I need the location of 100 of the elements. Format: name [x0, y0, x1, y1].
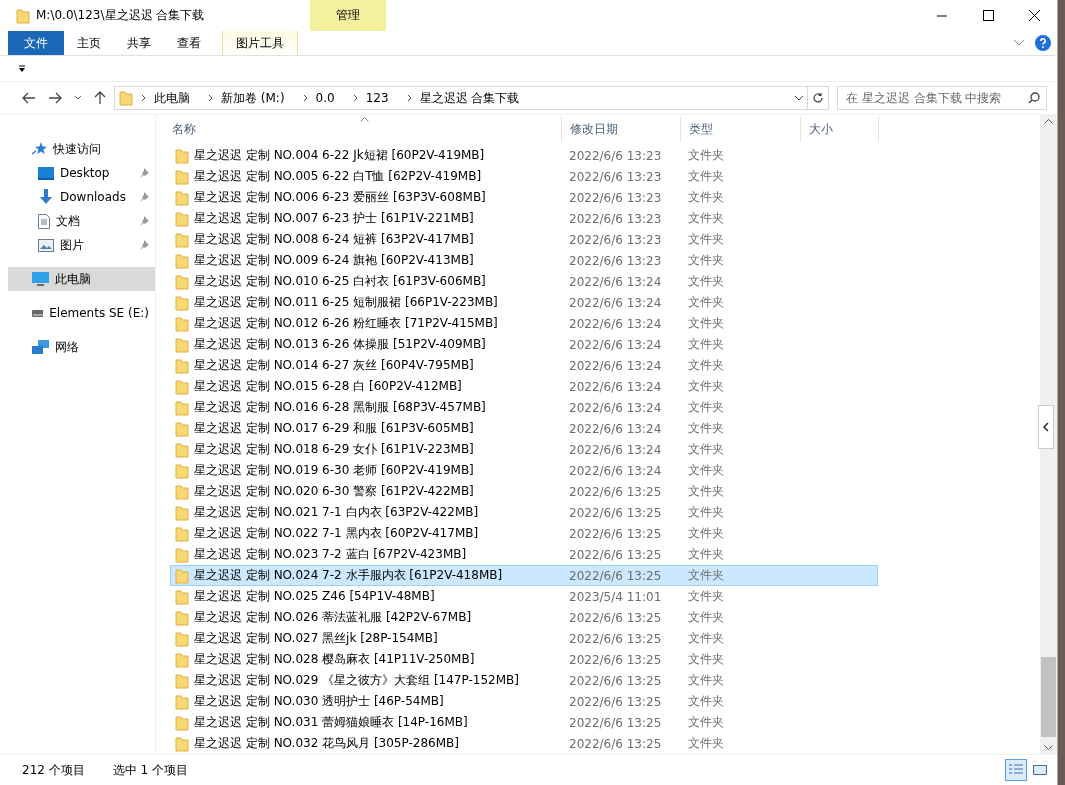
folder-icon [175, 735, 189, 752]
breadcrumb[interactable]: 星之迟迟 合集下载 [419, 89, 520, 107]
sidebar-item[interactable]: 快速访问 [0, 137, 155, 161]
file-row[interactable]: 星之迟迟 定制 NO.010 6-25 白衬衣 [61P3V-606MB] 2022/6/6 13:24 文件夹 [170, 271, 878, 292]
breadcrumb[interactable]: 新加卷 (M:) [221, 89, 285, 107]
file-row[interactable]: 星之迟迟 定制 NO.020 6-30 警察 [61P2V-422MB] 2022/6/6 13:25 文件夹 [170, 481, 878, 502]
file-row[interactable]: 星之迟迟 定制 NO.007 6-23 护士 [61P1V-221MB] 2022/6/6 13:23 文件夹 [170, 208, 878, 229]
modified-date: 2022/6/6 13:25 [568, 610, 663, 625]
file-row[interactable]: 星之迟迟 定制 NO.029 《星之彼方》大套组 [147P-152MB] 2022/6/6 13:25 文件夹 [170, 670, 878, 691]
folder-icon [175, 357, 189, 374]
file-row[interactable]: 星之迟迟 定制 NO.031 蕾姆猫娘睡衣 [14P-16MB] 2022/6/6 13:25 文件夹 [170, 712, 878, 733]
column-header[interactable]: 类型 [681, 116, 801, 142]
item-type: 文件夹 [687, 315, 725, 332]
ribbon-tab[interactable]: 图片工具 [222, 31, 298, 55]
file-row[interactable]: 星之迟迟 定制 NO.022 7-1 黑内衣 [60P2V-417MB] 2022/6/6 13:25 文件夹 [170, 523, 878, 544]
folder-icon [175, 441, 189, 458]
modified-date: 2022/6/6 13:24 [568, 463, 663, 478]
breadcrumb[interactable]: 0.0 [315, 91, 335, 105]
file-name: 星之迟迟 定制 NO.022 7-1 黑内衣 [60P2V-417MB] [194, 525, 479, 542]
file-row[interactable]: 星之迟迟 定制 NO.005 6-22 白T恤 [62P2V-419MB] 2022/6/6 13:23 文件夹 [170, 166, 878, 187]
sidebar-item[interactable]: 图片 [0, 233, 155, 257]
folder-icon [175, 147, 189, 164]
scroll-down-icon[interactable] [1044, 745, 1053, 750]
quick-access-toolbar-caret-icon[interactable] [18, 64, 26, 73]
file-row[interactable]: 星之迟迟 定制 NO.024 7-2 水手服内衣 [61P2V-418MB] 2022/6/6 13:25 文件夹 [170, 565, 878, 586]
item-type: 文件夹 [687, 567, 725, 584]
file-name: 星之迟迟 定制 NO.030 透明护士 [46P-54MB] [194, 693, 444, 710]
scrollbar[interactable] [1040, 115, 1057, 754]
chevron-right-icon [352, 94, 358, 102]
file-row[interactable]: 星之迟迟 定制 NO.009 6-24 旗袍 [60P2V-413MB] 2022/6/6 13:23 文件夹 [170, 250, 878, 271]
ribbon-tab[interactable]: 文件 [8, 31, 64, 55]
pin-icon[interactable] [139, 240, 149, 250]
file-row[interactable]: 星之迟迟 定制 NO.019 6-30 老师 [60P2V-419MB] 2022/6/6 13:24 文件夹 [170, 460, 878, 481]
file-row[interactable]: 星之迟迟 定制 NO.011 6-25 短制服裙 [66P1V-223MB] 2022/6/6 13:24 文件夹 [170, 292, 878, 313]
file-name: 星之迟迟 定制 NO.015 6-28 白 [60P2V-412MB] [194, 378, 462, 395]
back-arrow-icon[interactable] [22, 92, 36, 104]
file-row[interactable]: 星之迟迟 定制 NO.023 7-2 蓝白 [67P2V-423MB] 2022/6/6 13:25 文件夹 [170, 544, 878, 565]
help-icon[interactable] [1035, 35, 1051, 51]
modified-date: 2022/6/6 13:23 [568, 253, 663, 268]
file-name: 星之迟迟 定制 NO.014 6-27 灰丝 [60P4V-795MB] [194, 357, 474, 374]
item-count: 212 个项目 [22, 761, 85, 779]
file-row[interactable]: 星之迟迟 定制 NO.008 6-24 短裤 [63P2V-417MB] 2022/6/6 13:23 文件夹 [170, 229, 878, 250]
file-row[interactable]: 星之迟迟 定制 NO.027 黑丝jk [28P-154MB] 2022/6/6 13:25 文件夹 [170, 628, 878, 649]
file-row[interactable]: 星之迟迟 定制 NO.004 6-22 Jk短裙 [60P2V-419MB] 2022/6/6 13:23 文件夹 [170, 145, 878, 166]
column-header[interactable]: 修改日期 [562, 116, 681, 142]
file-row[interactable]: 星之迟迟 定制 NO.014 6-27 灰丝 [60P4V-795MB] 2022/6/6 13:24 文件夹 [170, 355, 878, 376]
sidebar-item[interactable]: Desktop [0, 161, 155, 185]
file-row[interactable]: 星之迟迟 定制 NO.032 花鸟风月 [305P-286MB] 2022/6/6 13:25 文件夹 [170, 733, 878, 754]
dropdown-caret-icon[interactable] [794, 95, 804, 101]
pin-icon[interactable] [139, 216, 149, 226]
folder-icon [175, 168, 189, 185]
folder-icon [175, 399, 189, 416]
folder-icon [175, 462, 189, 479]
file-row[interactable]: 星之迟迟 定制 NO.030 透明护士 [46P-54MB] 2022/6/6 13:25 文件夹 [170, 691, 878, 712]
modified-date: 2022/6/6 13:25 [568, 631, 663, 646]
collapse-pane-button[interactable] [1038, 405, 1054, 449]
file-row[interactable]: 星之迟迟 定制 NO.013 6-26 体操服 [51P2V-409MB] 2022/6/6 13:24 文件夹 [170, 334, 878, 355]
file-row[interactable]: 星之迟迟 定制 NO.028 樱岛麻衣 [41P11V-250MB] 2022/6/6 13:25 文件夹 [170, 649, 878, 670]
column-header[interactable]: 大小 [801, 116, 879, 142]
scroll-up-icon[interactable] [1044, 119, 1053, 124]
file-row[interactable]: 星之迟迟 定制 NO.016 6-28 黑制服 [68P3V-457MB] 2022/6/6 13:24 文件夹 [170, 397, 878, 418]
file-name: 星之迟迟 定制 NO.006 6-23 爱丽丝 [63P3V-608MB] [194, 189, 486, 206]
forward-arrow-icon[interactable] [48, 92, 62, 104]
item-type: 文件夹 [687, 273, 725, 290]
refresh-button[interactable] [807, 86, 829, 110]
ribbon-tab[interactable]: 查看 [164, 31, 214, 55]
sidebar-item[interactable]: Elements SE (E:) [0, 301, 155, 325]
item-type: 文件夹 [687, 420, 725, 437]
file-row[interactable]: 星之迟迟 定制 NO.006 6-23 爱丽丝 [63P3V-608MB] 2022/6/6 13:23 文件夹 [170, 187, 878, 208]
modified-date: 2023/5/4 11:01 [568, 589, 663, 604]
ribbon-tab[interactable]: 共享 [114, 31, 164, 55]
ribbon-tab[interactable]: 主页 [64, 31, 114, 55]
file-row[interactable]: 星之迟迟 定制 NO.015 6-28 白 [60P2V-412MB] 2022/6/6 13:24 文件夹 [170, 376, 878, 397]
modified-date: 2022/6/6 13:24 [568, 379, 663, 394]
up-arrow-icon[interactable] [94, 91, 106, 105]
modified-date: 2022/6/6 13:25 [568, 652, 663, 667]
breadcrumb[interactable]: 此电脑 [154, 89, 190, 107]
file-row[interactable]: 星之迟迟 定制 NO.026 蒂法蓝礼服 [42P2V-67MB] 2022/6/6 13:25 文件夹 [170, 607, 878, 628]
search-field[interactable]: 在 星之迟迟 合集下载 中搜索 [837, 86, 1047, 110]
file-row[interactable]: 星之迟迟 定制 NO.025 Z46 [54P1V-48MB] 2023/5/4 11:01 文件夹 [170, 586, 878, 607]
address-bar[interactable]: 此电脑 新加卷 (M:) 0.0 123 星之迟迟 合集下载 [114, 86, 809, 110]
file-name: 星之迟迟 定制 NO.010 6-25 白衬衣 [61P3V-606MB] [194, 273, 486, 290]
modified-date: 2022/6/6 13:23 [568, 211, 663, 226]
file-row[interactable]: 星之迟迟 定制 NO.012 6-26 粉红睡衣 [71P2V-415MB] 2022/6/6 13:24 文件夹 [170, 313, 878, 334]
file-row[interactable]: 星之迟迟 定制 NO.021 7-1 白内衣 [63P2V-422MB] 2022/6/6 13:25 文件夹 [170, 502, 878, 523]
sidebar-item[interactable]: 此电脑 [8, 267, 155, 291]
column-header[interactable]: 名称 [164, 116, 562, 142]
pin-icon[interactable] [139, 168, 149, 178]
chevron-down-icon[interactable] [1013, 39, 1025, 47]
scrollbar-thumb[interactable] [1041, 657, 1056, 737]
pin-icon[interactable] [139, 192, 149, 202]
breadcrumb[interactable]: 123 [365, 91, 389, 105]
recent-caret-icon[interactable] [74, 95, 82, 101]
sidebar-item[interactable]: 文档 [0, 209, 155, 233]
sidebar-item[interactable]: 网络 [0, 335, 155, 359]
file-row[interactable]: 星之迟迟 定制 NO.017 6-29 和服 [61P3V-605MB] 2022/6/6 13:24 文件夹 [170, 418, 878, 439]
file-row[interactable]: 星之迟迟 定制 NO.018 6-29 女仆 [61P1V-223MB] 2022/6/6 13:24 文件夹 [170, 439, 878, 460]
folder-icon [175, 651, 189, 668]
item-type: 文件夹 [687, 168, 725, 185]
sidebar-item[interactable]: Downloads [0, 185, 155, 209]
